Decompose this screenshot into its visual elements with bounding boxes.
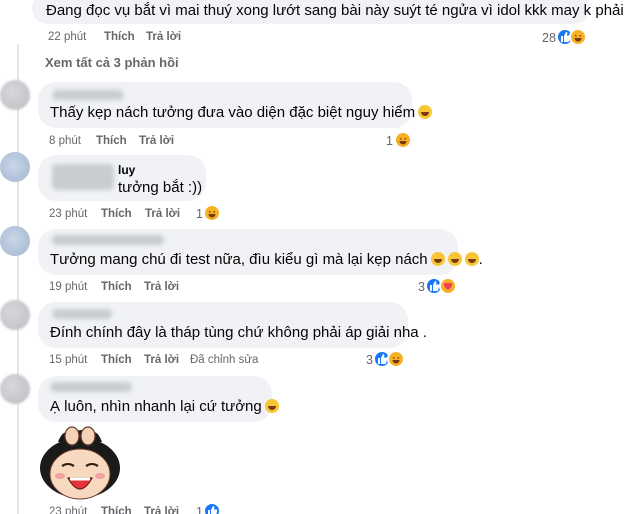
haha-reaction-icon[interactable] bbox=[569, 28, 587, 46]
reaction-count[interactable]: 1 bbox=[386, 134, 393, 148]
avatar[interactable] bbox=[0, 152, 30, 182]
haha-reaction-icon[interactable] bbox=[387, 350, 405, 368]
reply-text: Ạ luôn, nhìn nhanh lại cứ tưởng bbox=[50, 398, 279, 415]
avatar[interactable] bbox=[0, 300, 30, 330]
reply-link[interactable]: Trả lời bbox=[144, 506, 179, 514]
like-link[interactable]: Thích bbox=[96, 135, 127, 147]
reply-bubble: luy tưởng bắt :)) bbox=[38, 155, 206, 201]
reaction-count[interactable]: 3 bbox=[418, 280, 425, 294]
laughing-emoji-icon bbox=[430, 252, 445, 266]
reaction-count[interactable]: 1 bbox=[196, 505, 203, 514]
avatar[interactable] bbox=[0, 226, 30, 256]
author-name[interactable] bbox=[52, 164, 114, 190]
like-link[interactable]: Thích bbox=[101, 354, 132, 366]
laughing-emoji-icon bbox=[447, 252, 462, 266]
reply-time[interactable]: 8 phút bbox=[49, 135, 81, 147]
reply-link[interactable]: Trả lời bbox=[144, 354, 179, 366]
reply-time[interactable]: 15 phút bbox=[49, 354, 87, 366]
comment-time[interactable]: 22 phút bbox=[48, 31, 86, 43]
reply-bubble: Đính chính đây là tháp tùng chứ không ph… bbox=[38, 302, 427, 348]
reply-time[interactable]: 19 phút bbox=[49, 281, 87, 293]
reaction-count[interactable]: 1 bbox=[196, 207, 203, 221]
author-name-partial[interactable]: luy bbox=[118, 163, 135, 177]
reply-text: Tưởng mang chú đi test nữa, đìu kiểu gì … bbox=[50, 251, 483, 268]
avatar[interactable] bbox=[0, 374, 30, 404]
reply-link[interactable]: Trả lời bbox=[144, 281, 179, 293]
author-name[interactable] bbox=[52, 90, 124, 100]
reply-text: Đính chính đây là tháp tùng chứ không ph… bbox=[50, 324, 427, 341]
like-link[interactable]: Thích bbox=[101, 506, 132, 514]
edited-label[interactable]: Đã chỉnh sửa bbox=[190, 354, 258, 366]
like-link[interactable]: Thích bbox=[104, 31, 135, 43]
view-all-replies-link[interactable]: Xem tất cả 3 phản hồi bbox=[45, 55, 179, 70]
author-name[interactable] bbox=[52, 235, 164, 245]
haha-reaction-icon[interactable] bbox=[394, 131, 412, 149]
thread-line bbox=[17, 44, 19, 514]
reply-text: Thấy kẹp nách tưởng đưa vào diện đặc biệ… bbox=[50, 104, 433, 121]
reply-link[interactable]: Trả lời bbox=[139, 135, 174, 147]
reply-bubble: Ạ luôn, nhìn nhanh lại cứ tưởng bbox=[38, 376, 279, 422]
smiling-emoji-icon bbox=[264, 399, 279, 413]
reply-bubble: Tưởng mang chú đi test nữa, đìu kiểu gì … bbox=[38, 229, 483, 275]
like-reaction-icon[interactable] bbox=[203, 502, 221, 514]
reply-text: tưởng bắt :)) bbox=[118, 179, 203, 196]
love-reaction-icon[interactable] bbox=[439, 277, 457, 295]
author-name[interactable] bbox=[52, 309, 112, 319]
author-name[interactable] bbox=[50, 382, 132, 392]
laughing-cartoon-sticker[interactable] bbox=[34, 424, 126, 504]
like-link[interactable]: Thích bbox=[101, 281, 132, 293]
comment-bubble: Đang đọc vụ bắt vì mai thuý xong lướt sa… bbox=[32, 0, 624, 24]
laughing-emoji-icon bbox=[418, 105, 433, 119]
reply-time[interactable]: 23 phút bbox=[49, 506, 87, 514]
reply-time[interactable]: 23 phút bbox=[49, 208, 87, 220]
reply-link[interactable]: Trả lời bbox=[146, 31, 181, 43]
reaction-count[interactable]: 3 bbox=[366, 353, 373, 367]
reply-bubble: Thấy kẹp nách tưởng đưa vào diện đặc biệ… bbox=[38, 82, 433, 128]
reaction-count[interactable]: 28 bbox=[542, 31, 556, 45]
avatar[interactable] bbox=[0, 80, 30, 110]
like-link[interactable]: Thích bbox=[101, 208, 132, 220]
laughing-emoji-icon bbox=[464, 252, 479, 266]
comment-text: Đang đọc vụ bắt vì mai thuý xong lướt sa… bbox=[46, 2, 624, 19]
haha-reaction-icon[interactable] bbox=[203, 204, 221, 222]
reply-link[interactable]: Trả lời bbox=[145, 208, 180, 220]
